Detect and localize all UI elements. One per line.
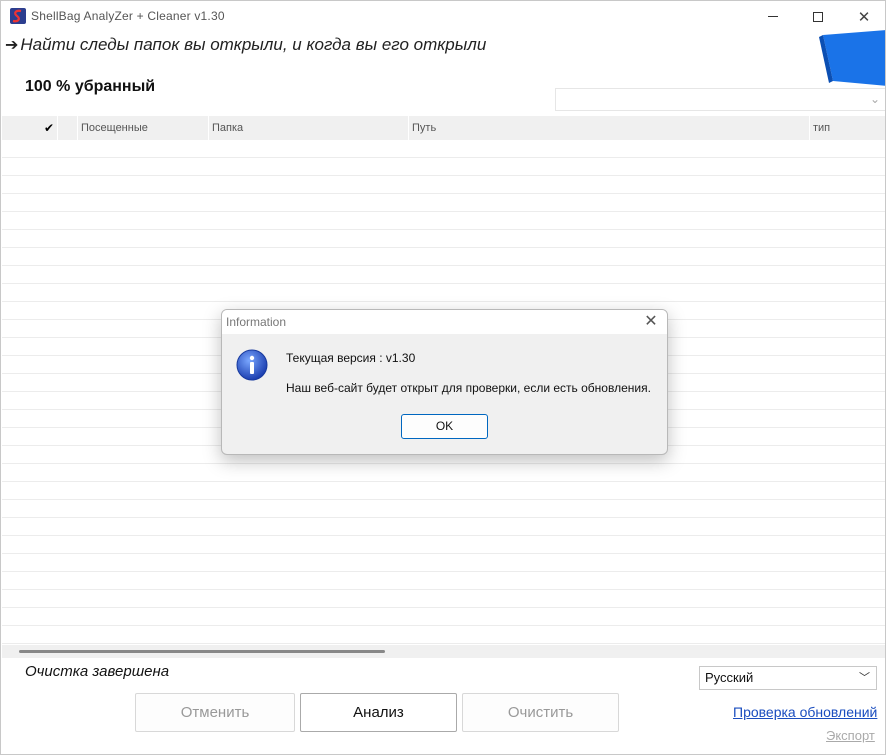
dialog-close-icon[interactable]: ✕ bbox=[641, 312, 661, 332]
close-icon[interactable]: ✕ bbox=[841, 1, 885, 32]
column-header-blank bbox=[58, 116, 78, 140]
export-link[interactable]: Экспорт bbox=[826, 728, 875, 743]
column-header-visited[interactable]: Посещенные bbox=[78, 116, 209, 140]
dialog-title: Information bbox=[226, 315, 287, 329]
info-icon bbox=[236, 349, 268, 381]
table-row[interactable] bbox=[2, 626, 885, 644]
table-row[interactable] bbox=[2, 158, 885, 176]
minimize-icon[interactable] bbox=[750, 1, 796, 32]
column-header-path[interactable]: Путь bbox=[409, 116, 810, 140]
column-header-check[interactable]: ✔ bbox=[2, 116, 58, 140]
chevron-down-icon: ﹀ bbox=[859, 672, 870, 684]
progress-label: 100 % убранный bbox=[25, 78, 156, 95]
information-dialog: Information ✕ Текущая версия : v1.30 Наш… bbox=[221, 309, 668, 455]
table-row[interactable] bbox=[2, 590, 885, 608]
scrollbar-thumb[interactable] bbox=[19, 650, 385, 653]
table-row[interactable] bbox=[2, 500, 885, 518]
table-row[interactable] bbox=[2, 554, 885, 572]
dialog-version-text: Текущая версия : v1.30 bbox=[286, 351, 416, 365]
table-row[interactable] bbox=[2, 212, 885, 230]
maximize-icon[interactable] bbox=[795, 1, 841, 32]
headline: ➔ Найти следы папок вы открыли, и когда в… bbox=[5, 35, 486, 55]
table-row[interactable] bbox=[2, 176, 885, 194]
headline-text: Найти следы папок вы открыли, и когда вы… bbox=[20, 35, 487, 54]
table-row[interactable] bbox=[2, 230, 885, 248]
table-row[interactable] bbox=[2, 572, 885, 590]
table-row[interactable] bbox=[2, 266, 885, 284]
arrow-icon: ➔ bbox=[5, 37, 19, 54]
brand-logo-icon bbox=[819, 30, 885, 86]
table-row[interactable] bbox=[2, 536, 885, 554]
ok-button[interactable]: OK bbox=[401, 414, 488, 439]
table-row[interactable] bbox=[2, 140, 885, 158]
window-title: ShellBag AnalyZer + Cleaner v1.30 bbox=[31, 9, 225, 23]
table-row[interactable] bbox=[2, 284, 885, 302]
check-updates-link[interactable]: Проверка обновлений bbox=[733, 704, 877, 720]
clean-button[interactable]: Очистить bbox=[462, 693, 619, 732]
language-value: Русский bbox=[705, 670, 754, 685]
title-bar[interactable]: ShellBag AnalyZer + Cleaner v1.30 ✕ bbox=[1, 1, 885, 32]
table-row[interactable] bbox=[2, 248, 885, 266]
app-icon bbox=[10, 8, 26, 24]
status-text: Очистка завершена bbox=[25, 663, 170, 680]
table-row[interactable] bbox=[2, 518, 885, 536]
column-header-type[interactable]: тип bbox=[810, 116, 885, 140]
table-row[interactable] bbox=[2, 194, 885, 212]
language-select[interactable]: Русский ﹀ bbox=[699, 666, 877, 690]
table-row[interactable] bbox=[2, 464, 885, 482]
analyze-button[interactable]: Анализ bbox=[300, 693, 457, 732]
column-header-folder[interactable]: Папка bbox=[209, 116, 409, 140]
chevron-down-icon: ⌄ bbox=[869, 92, 880, 106]
app-window: ShellBag AnalyZer + Cleaner v1.30 ✕ ➔ Най… bbox=[0, 0, 886, 755]
table-row[interactable] bbox=[2, 482, 885, 500]
table-row[interactable] bbox=[2, 608, 885, 626]
drive-select[interactable]: ⌄ bbox=[555, 88, 885, 111]
dialog-title-bar[interactable]: Information ✕ bbox=[222, 310, 667, 334]
dialog-message: Наш веб-сайт будет открыт для проверки, … bbox=[286, 381, 651, 395]
cancel-button[interactable]: Отменить bbox=[135, 693, 295, 732]
table-header: ✔ Посещенные Папка Путь тип bbox=[2, 116, 885, 140]
